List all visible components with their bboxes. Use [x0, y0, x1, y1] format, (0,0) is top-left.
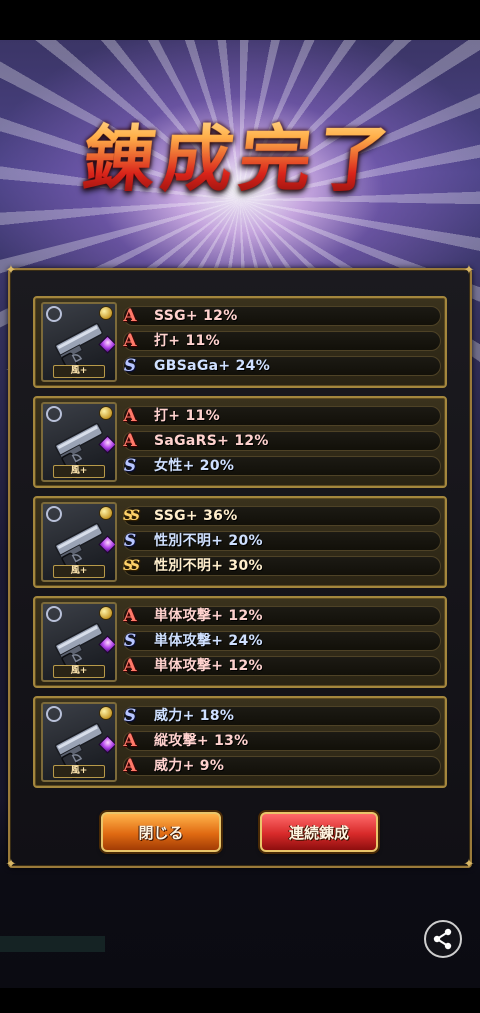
rank-coin-icon — [99, 706, 113, 720]
stat-row: A 威力+ 9% — [123, 756, 441, 776]
corner-ornament-icon: ✦ — [463, 857, 475, 872]
rank-a-icon: A — [123, 756, 137, 776]
rank-a-icon: A — [123, 331, 137, 351]
rank-coin-icon — [99, 306, 113, 320]
element-badge: 風+ — [53, 365, 105, 378]
stat-text: SaGaRS+ 12% — [154, 433, 269, 449]
stat-row: A SaGaRS+ 12% — [123, 431, 441, 451]
stat-row: A 打+ 11% — [123, 406, 441, 426]
rank-s-icon: S — [123, 356, 137, 376]
weapon-type-icon — [46, 606, 62, 622]
rank-coin-icon — [99, 506, 113, 520]
refine-result-card: 風+ S 威力+ 18% A 縦攻撃+ 13% A 威力+ 9% — [33, 696, 447, 788]
stat-text: 性別不明+ 20% — [154, 533, 263, 549]
refine-result-card: 風+ A 単体攻撃+ 12% S 単体攻撃+ 24% A 単体攻撃+ 12% — [33, 596, 447, 688]
rank-ss-icon: SS — [123, 558, 140, 574]
stat-text: 打+ 11% — [154, 408, 220, 424]
rank-coin-icon — [99, 606, 113, 620]
close-button[interactable]: 閉じる — [101, 812, 221, 852]
weapon-type-icon — [46, 506, 62, 522]
rank-s-icon: S — [123, 631, 137, 651]
weapon-thumbnail[interactable]: 風+ — [41, 502, 117, 582]
corner-ornament-icon: ✦ — [5, 263, 17, 278]
rank-s-icon: S — [123, 456, 137, 476]
rank-a-icon: A — [123, 656, 137, 676]
rank-a-icon: A — [123, 306, 137, 326]
rank-a-icon: A — [123, 606, 137, 626]
stat-text: 女性+ 20% — [154, 458, 235, 474]
refine-result-card: 風+ SS SSG+ 36% S 性別不明+ 20% SS 性別不明+ 30% — [33, 496, 447, 588]
stat-row: S 性別不明+ 20% — [123, 531, 441, 551]
stat-text: SSG+ 12% — [154, 308, 238, 324]
share-button[interactable] — [424, 920, 462, 958]
element-badge: 風+ — [53, 765, 105, 778]
stat-row: S 女性+ 20% — [123, 456, 441, 476]
stat-row: SS 性別不明+ 30% — [123, 556, 441, 576]
stat-row: A 縦攻撃+ 13% — [123, 731, 441, 751]
stat-text: GBSaGa+ 24% — [154, 358, 271, 374]
navigation-bar — [0, 988, 480, 1013]
stat-text: 威力+ 18% — [154, 708, 235, 724]
rank-a-icon: A — [123, 731, 137, 751]
stat-row: S 単体攻撃+ 24% — [123, 631, 441, 651]
rank-s-icon: S — [123, 706, 137, 726]
rank-a-icon: A — [123, 406, 137, 426]
rank-coin-icon — [99, 406, 113, 420]
weapon-type-icon — [46, 406, 62, 422]
weapon-thumbnail[interactable]: 風+ — [41, 402, 117, 482]
element-badge: 風+ — [53, 565, 105, 578]
stat-row: A 単体攻撃+ 12% — [123, 656, 441, 676]
status-bar — [0, 0, 480, 40]
element-badge: 風+ — [53, 665, 105, 678]
stat-row: S 威力+ 18% — [123, 706, 441, 726]
weapon-thumbnail[interactable]: 風+ — [41, 702, 117, 782]
stat-text: SSG+ 36% — [154, 508, 238, 524]
stat-text: 縦攻撃+ 13% — [154, 733, 249, 749]
stat-row: A SSG+ 12% — [123, 306, 441, 326]
stat-text: 単体攻撃+ 12% — [154, 608, 263, 624]
share-icon — [433, 928, 452, 950]
stat-text: 単体攻撃+ 12% — [154, 658, 263, 674]
corner-ornament-icon: ✦ — [5, 857, 17, 872]
stat-row: S GBSaGa+ 24% — [123, 356, 441, 376]
rank-s-icon: S — [123, 531, 137, 551]
stat-text: 性別不明+ 30% — [154, 558, 263, 574]
stat-row: A 打+ 11% — [123, 331, 441, 351]
stat-row: SS SSG+ 36% — [123, 506, 441, 526]
refine-result-card: 風+ A 打+ 11% A SaGaRS+ 12% S 女性+ 20% — [33, 396, 447, 488]
refine-result-card: 風+ A SSG+ 12% A 打+ 11% S GBSaGa+ 24% — [33, 296, 447, 388]
element-badge: 風+ — [53, 465, 105, 478]
stat-text: 威力+ 9% — [154, 758, 225, 774]
background-bar — [0, 936, 105, 952]
rank-ss-icon: SS — [123, 508, 140, 524]
continuous-refine-button[interactable]: 連続錬成 — [260, 812, 378, 852]
stat-row: A 単体攻撃+ 12% — [123, 606, 441, 626]
weapon-thumbnail[interactable]: 風+ — [41, 602, 117, 682]
page-title: 錬成完了 — [0, 100, 480, 205]
weapon-thumbnail[interactable]: 風+ — [41, 302, 117, 382]
rank-a-icon: A — [123, 431, 137, 451]
stat-text: 単体攻撃+ 24% — [154, 633, 263, 649]
weapon-type-icon — [46, 306, 62, 322]
stat-text: 打+ 11% — [154, 333, 220, 349]
corner-ornament-icon: ✦ — [463, 263, 475, 278]
weapon-type-icon — [46, 706, 62, 722]
